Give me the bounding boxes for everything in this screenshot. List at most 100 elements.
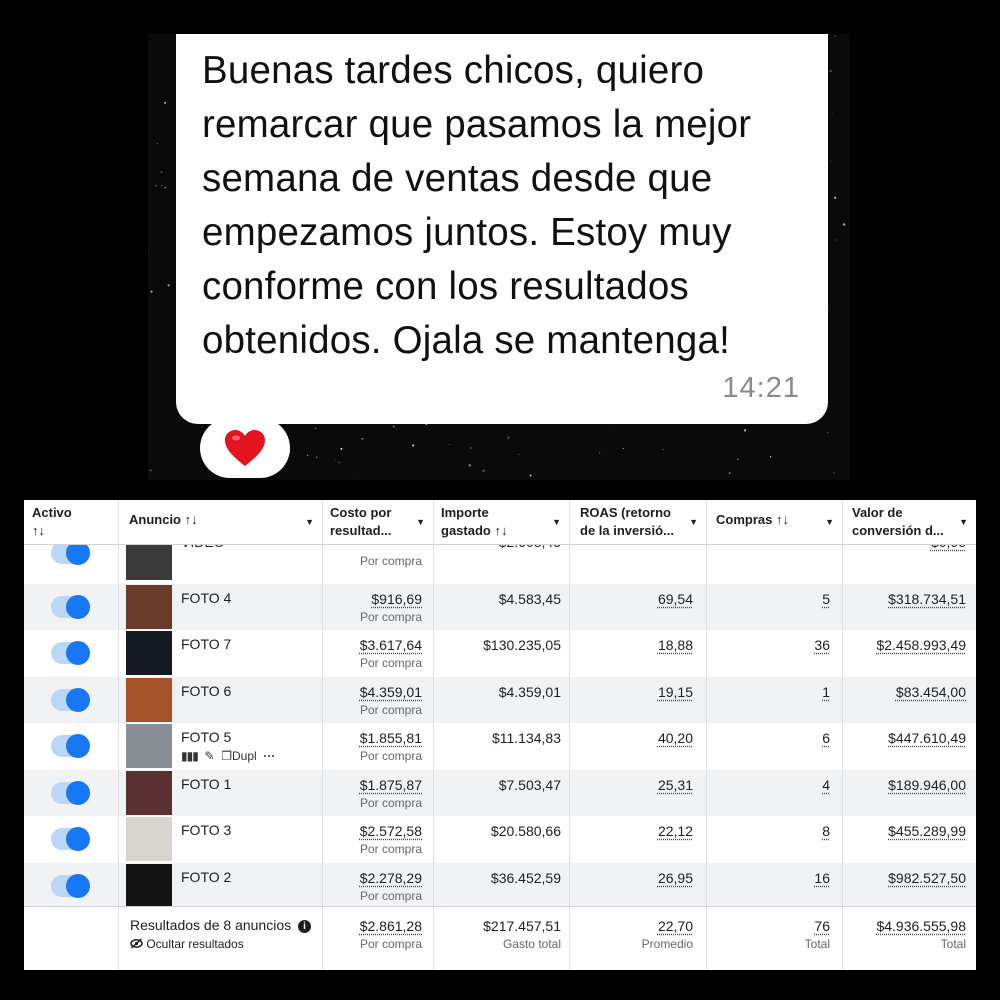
ad-thumbnail[interactable] xyxy=(126,677,172,722)
cell-costo[interactable]: $2.278,29 xyxy=(322,870,422,886)
col-importe-header[interactable]: Importe gastado ↑↓ ▼ xyxy=(433,500,569,544)
cell-costo[interactable]: $3.617,64 xyxy=(322,637,422,653)
col-costo-header[interactable]: Costo por resultad... ▼ xyxy=(322,500,433,544)
table-row[interactable]: FOTO 1 $1.875,87 Por compra $7.503,47 25,31 4… xyxy=(24,769,976,816)
cell-costo[interactable]: $1.875,87 xyxy=(322,777,422,793)
cell-roas[interactable]: 25,31 xyxy=(569,777,693,793)
edit-pencil-icon[interactable]: ✎ xyxy=(204,749,214,763)
more-options-icon[interactable]: ··· xyxy=(263,749,275,763)
cell-valor[interactable]: $982.527,50 xyxy=(842,870,966,886)
cell-roas[interactable]: 26,95 xyxy=(569,870,693,886)
footer-valor[interactable]: $4.936.555,98 xyxy=(842,918,966,934)
chevron-down-icon[interactable]: ▼ xyxy=(959,513,968,531)
star-dot xyxy=(518,454,520,456)
chevron-down-icon[interactable]: ▼ xyxy=(552,513,561,531)
cell-roas[interactable]: 40,20 xyxy=(569,730,693,746)
table-row[interactable]: FOTO 6 $4.359,01 Por compra $4.359,01 19,15 1… xyxy=(24,676,976,723)
toggle-knob xyxy=(66,687,90,712)
cell-roas[interactable]: 69,54 xyxy=(569,591,693,607)
footer-roas[interactable]: 22,70 xyxy=(569,918,693,934)
table-row[interactable]: FOTO 5 ▮▮▮ ✎ ❐Dupl ··· $1.855,81 Por compra… xyxy=(24,723,976,769)
results-summary-label: Resultados de 8 anuncios i xyxy=(130,917,311,933)
table-header: Activo ↑↓ Anuncio ↑↓ ▼ Costo por resulta… xyxy=(24,500,976,545)
cell-costo[interactable]: $1.855,81 xyxy=(322,730,422,746)
ad-name[interactable]: FOTO 7 xyxy=(181,636,231,652)
active-toggle[interactable] xyxy=(51,734,90,758)
active-toggle[interactable] xyxy=(51,873,90,898)
col-activo-header[interactable]: Activo ↑↓ xyxy=(24,500,118,544)
cell-compras[interactable]: 1 xyxy=(706,684,830,700)
reaction-badge[interactable] xyxy=(200,418,290,478)
star-dot xyxy=(167,284,170,287)
col-anuncio-label: Anuncio ↑↓ xyxy=(129,512,198,527)
cell-roas[interactable]: 18,88 xyxy=(569,637,693,653)
ad-name[interactable]: FOTO 3 xyxy=(181,822,231,838)
footer-costo[interactable]: $2.861,28 xyxy=(322,918,422,934)
col-compras-header[interactable]: Compras ↑↓ ▼ xyxy=(706,500,842,544)
ad-thumbnail[interactable] xyxy=(126,770,172,815)
cell-costo[interactable]: $916,69 xyxy=(322,591,422,607)
cell-valor[interactable]: $2.458.993,49 xyxy=(842,637,966,653)
col-roas-label-2: de la inversió... xyxy=(580,523,674,538)
ad-name[interactable]: FOTO 1 xyxy=(181,776,231,792)
duplicate-icon[interactable]: ❐ xyxy=(221,749,232,763)
ad-name[interactable]: FOTO 6 xyxy=(181,683,231,699)
cell-valor[interactable]: $455.289,99 xyxy=(842,823,966,839)
cell-compras[interactable]: 8 xyxy=(706,823,830,839)
ad-name[interactable]: FOTO 5 xyxy=(181,729,231,745)
ad-name[interactable]: FOTO 2 xyxy=(181,869,231,885)
cell-costo-sub: Por compra xyxy=(359,609,422,624)
ad-name[interactable]: FOTO 4 xyxy=(181,590,231,606)
cell-compras[interactable]: 16 xyxy=(706,870,830,886)
cell-compras[interactable]: 36 xyxy=(706,637,830,653)
star-dot xyxy=(728,472,731,475)
col-roas-label: ROAS (retorno xyxy=(580,505,671,520)
col-valor-label: Valor de xyxy=(852,505,903,520)
active-toggle[interactable] xyxy=(51,827,90,851)
cell-costo[interactable]: $4.359,01 xyxy=(322,684,422,700)
message-line: empezamos juntos. Estoy muy xyxy=(202,211,732,254)
toggle-knob xyxy=(66,594,90,619)
footer-compras[interactable]: 76 xyxy=(706,918,830,934)
cell-roas[interactable]: 19,15 xyxy=(569,684,693,700)
chevron-down-icon[interactable]: ▼ xyxy=(689,513,698,531)
col-roas-header[interactable]: ROAS (retorno de la inversió... ▼ xyxy=(569,500,706,544)
active-toggle[interactable] xyxy=(51,687,90,712)
chevron-down-icon[interactable]: ▼ xyxy=(416,513,425,531)
cell-valor[interactable]: $318.734,51 xyxy=(842,591,966,607)
cell-compras[interactable]: 6 xyxy=(706,730,830,746)
star-dot xyxy=(468,464,471,467)
col-anuncio-header[interactable]: Anuncio ↑↓ ▼ xyxy=(118,500,322,544)
cell-importe: $11.134,83 xyxy=(491,730,561,746)
active-toggle[interactable] xyxy=(51,594,90,619)
ad-thumbnail[interactable] xyxy=(126,863,172,908)
duplicate-button[interactable]: Dupl xyxy=(232,749,257,763)
cell-compras[interactable]: 4 xyxy=(706,777,830,793)
hide-results-link[interactable]: Ocultar resultados xyxy=(130,937,244,951)
table-row[interactable]: FOTO 2 $2.278,29 Por compra $36.452,59 26,95… xyxy=(24,862,976,909)
col-costo-label-2: resultad... xyxy=(330,523,392,538)
bar-chart-icon[interactable]: ▮▮▮ xyxy=(181,749,199,763)
table-row[interactable]: FOTO 4 $916,69 Por compra $4.583,45 69,54 5 $3… xyxy=(24,583,976,630)
cell-valor[interactable]: $83.454,00 xyxy=(842,684,966,700)
active-toggle[interactable] xyxy=(51,541,90,565)
cell-costo[interactable]: $2.572,58 xyxy=(322,823,422,839)
ad-thumbnail[interactable] xyxy=(126,724,172,768)
star-dot xyxy=(769,456,772,458)
active-toggle[interactable] xyxy=(51,780,90,805)
col-valor-header[interactable]: Valor de conversión d... ▼ xyxy=(842,500,976,544)
cell-valor[interactable]: $447.610,49 xyxy=(842,730,966,746)
info-icon[interactable]: i xyxy=(298,920,311,933)
cell-valor[interactable]: $189.946,00 xyxy=(842,777,966,793)
ad-thumbnail[interactable] xyxy=(126,817,172,861)
cell-compras[interactable]: 5 xyxy=(706,591,830,607)
table-row[interactable]: FOTO 7 $3.617,64 Por compra $130.235,05 18,8… xyxy=(24,630,976,676)
table-row[interactable]: FOTO 3 $2.572,58 Por compra $20.580,66 22,12… xyxy=(24,816,976,862)
chevron-down-icon[interactable]: ▼ xyxy=(305,513,314,531)
chevron-down-icon[interactable]: ▼ xyxy=(825,513,834,531)
active-toggle[interactable] xyxy=(51,641,90,665)
ad-thumbnail[interactable] xyxy=(126,584,172,629)
col-valor-label-2: conversión d... xyxy=(852,523,944,538)
ad-thumbnail[interactable] xyxy=(126,631,172,675)
cell-roas[interactable]: 22,12 xyxy=(569,823,693,839)
